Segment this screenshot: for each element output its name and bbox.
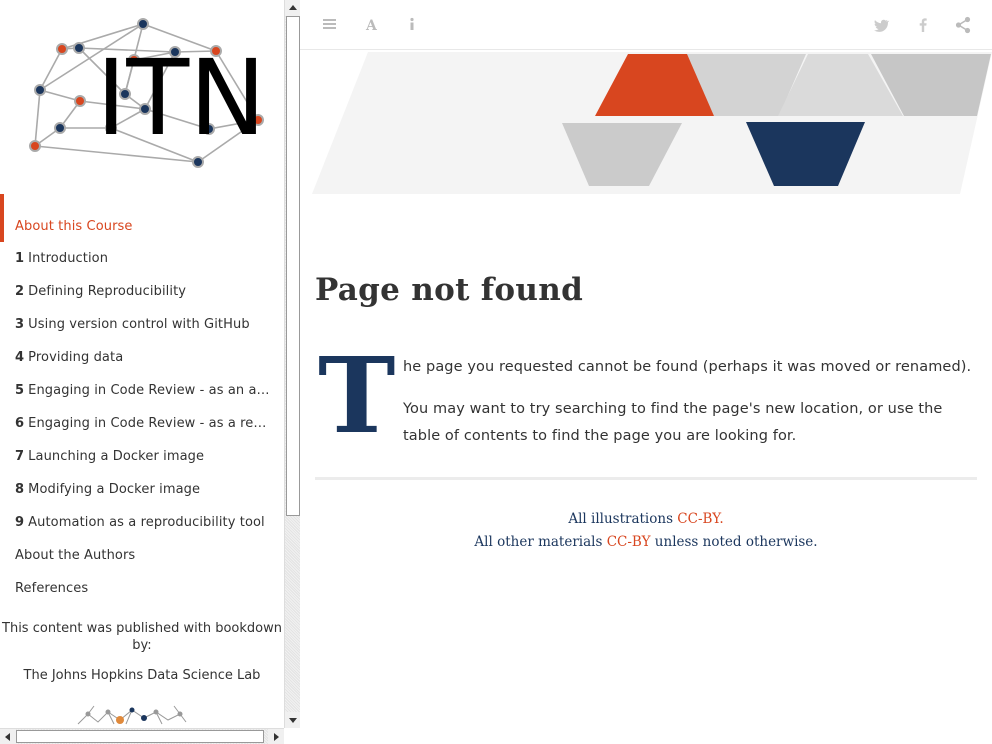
search-suggestion-text: You may want to try searching to find th… [403, 401, 943, 444]
book-toolbar: A [300, 0, 992, 50]
toc-item-label: Automation as a reproducibility tool [28, 515, 265, 530]
twitter-icon[interactable] [869, 13, 893, 37]
not-found-message: he page you requested cannot be found (p… [403, 359, 972, 375]
footer-line-illustrations: All illustrations CC-BY. [315, 508, 977, 531]
toc-item-number: 3 [15, 317, 25, 332]
toc-item-label: Defining Reproducibility [28, 284, 187, 299]
footer-text: All other materials [474, 534, 607, 550]
header-banner-image [312, 52, 992, 194]
toc-item-number: 4 [15, 350, 25, 365]
toc-item-code-review-reviewer[interactable]: 6 Engaging in Code Review - as a revie… [0, 407, 284, 440]
svg-text:A: A [365, 18, 378, 34]
toc-item-label: References [15, 581, 89, 596]
scroll-right-arrow-icon[interactable] [268, 729, 284, 744]
cc-by-illustrations-link[interactable]: CC-BY. [677, 511, 723, 527]
toc-item-number: 8 [15, 482, 25, 497]
toc-item-providing-data[interactable]: 4 Providing data [0, 341, 284, 374]
facebook-icon[interactable] [911, 13, 935, 37]
share-icon[interactable] [951, 13, 975, 37]
toc-item-automation[interactable]: 9 Automation as a reproducibility tool [0, 506, 284, 539]
toc-item-number: 2 [15, 284, 25, 299]
vertical-scroll-thumb[interactable] [286, 16, 300, 516]
scrollbar-corner [284, 728, 300, 744]
cc-by-materials-link[interactable]: CC-BY [607, 534, 651, 550]
toc-item-label: Providing data [28, 350, 124, 365]
toc-item-number: 6 [15, 416, 25, 431]
table-of-contents: About this Course 1 Introduction 2 Definin… [0, 194, 284, 605]
drop-cap-letter: T [318, 334, 396, 457]
toc-item-introduction[interactable]: 1 Introduction [0, 242, 284, 275]
itn-logo[interactable]: ITN [24, 14, 274, 174]
license-footer: All illustrations CC-BY. All other mater… [315, 508, 977, 554]
sidebar-horizontal-scrollbar[interactable] [0, 728, 284, 744]
toc-item-label: About the Authors [15, 548, 136, 563]
lab-network-logo[interactable] [74, 704, 190, 728]
toc-item-label: Modifying a Docker image [28, 482, 201, 497]
toc-item-modifying-docker[interactable]: 8 Modifying a Docker image [0, 473, 284, 506]
toc-item-defining-reproducibility[interactable]: 2 Defining Reproducibility [0, 275, 284, 308]
published-with-text: This content was published with bookdown… [2, 621, 282, 653]
toc-item-references[interactable]: References [0, 572, 284, 605]
toc-item-number: 7 [15, 449, 25, 464]
sidebar: ITN About this Course 1 Introduction 2 Def… [0, 0, 300, 744]
page-title: Page not found [315, 272, 584, 308]
info-icon[interactable] [400, 13, 424, 37]
sidebar-vertical-scrollbar[interactable] [284, 0, 300, 728]
font-settings-icon[interactable]: A [361, 13, 385, 37]
toc-item-label: Introduction [28, 251, 109, 266]
scroll-left-arrow-icon[interactable] [0, 729, 16, 744]
lab-name-link[interactable]: The Johns Hopkins Data Science Lab [0, 668, 284, 683]
toc-item-label: Launching a Docker image [28, 449, 205, 464]
logo-text: ITN [96, 37, 266, 159]
toc-item-label: Using version control with GitHub [28, 317, 250, 332]
sidebar-content: ITN About this Course 1 Introduction 2 Def… [0, 0, 284, 728]
scroll-up-arrow-icon[interactable] [285, 0, 300, 16]
footer-text: unless noted otherwise. [650, 534, 818, 550]
toc-item-label: Engaging in Code Review - as an aut… [28, 383, 284, 398]
toc-item-number: 1 [15, 251, 25, 266]
toc-item-about-authors[interactable]: About the Authors [0, 539, 284, 572]
toc-item-version-control[interactable]: 3 Using version control with GitHub [0, 308, 284, 341]
toc-item-code-review-author[interactable]: 5 Engaging in Code Review - as an aut… [0, 374, 284, 407]
toc-item-about-course[interactable]: About this Course [0, 194, 284, 242]
toc-item-launching-docker[interactable]: 7 Launching a Docker image [0, 440, 284, 473]
menu-icon[interactable] [318, 13, 342, 37]
footer-line-materials: All other materials CC-BY unless noted o… [315, 531, 977, 554]
footer-text: All illustrations [568, 511, 678, 527]
toc-item-number: 5 [15, 383, 25, 398]
toc-item-number: 9 [15, 515, 25, 530]
toc-item-label: About this Course [15, 219, 133, 234]
toc-item-label: Engaging in Code Review - as a revie… [28, 416, 284, 431]
content-divider [315, 477, 977, 480]
horizontal-scroll-thumb[interactable] [16, 730, 264, 743]
scroll-down-arrow-icon[interactable] [285, 712, 300, 728]
